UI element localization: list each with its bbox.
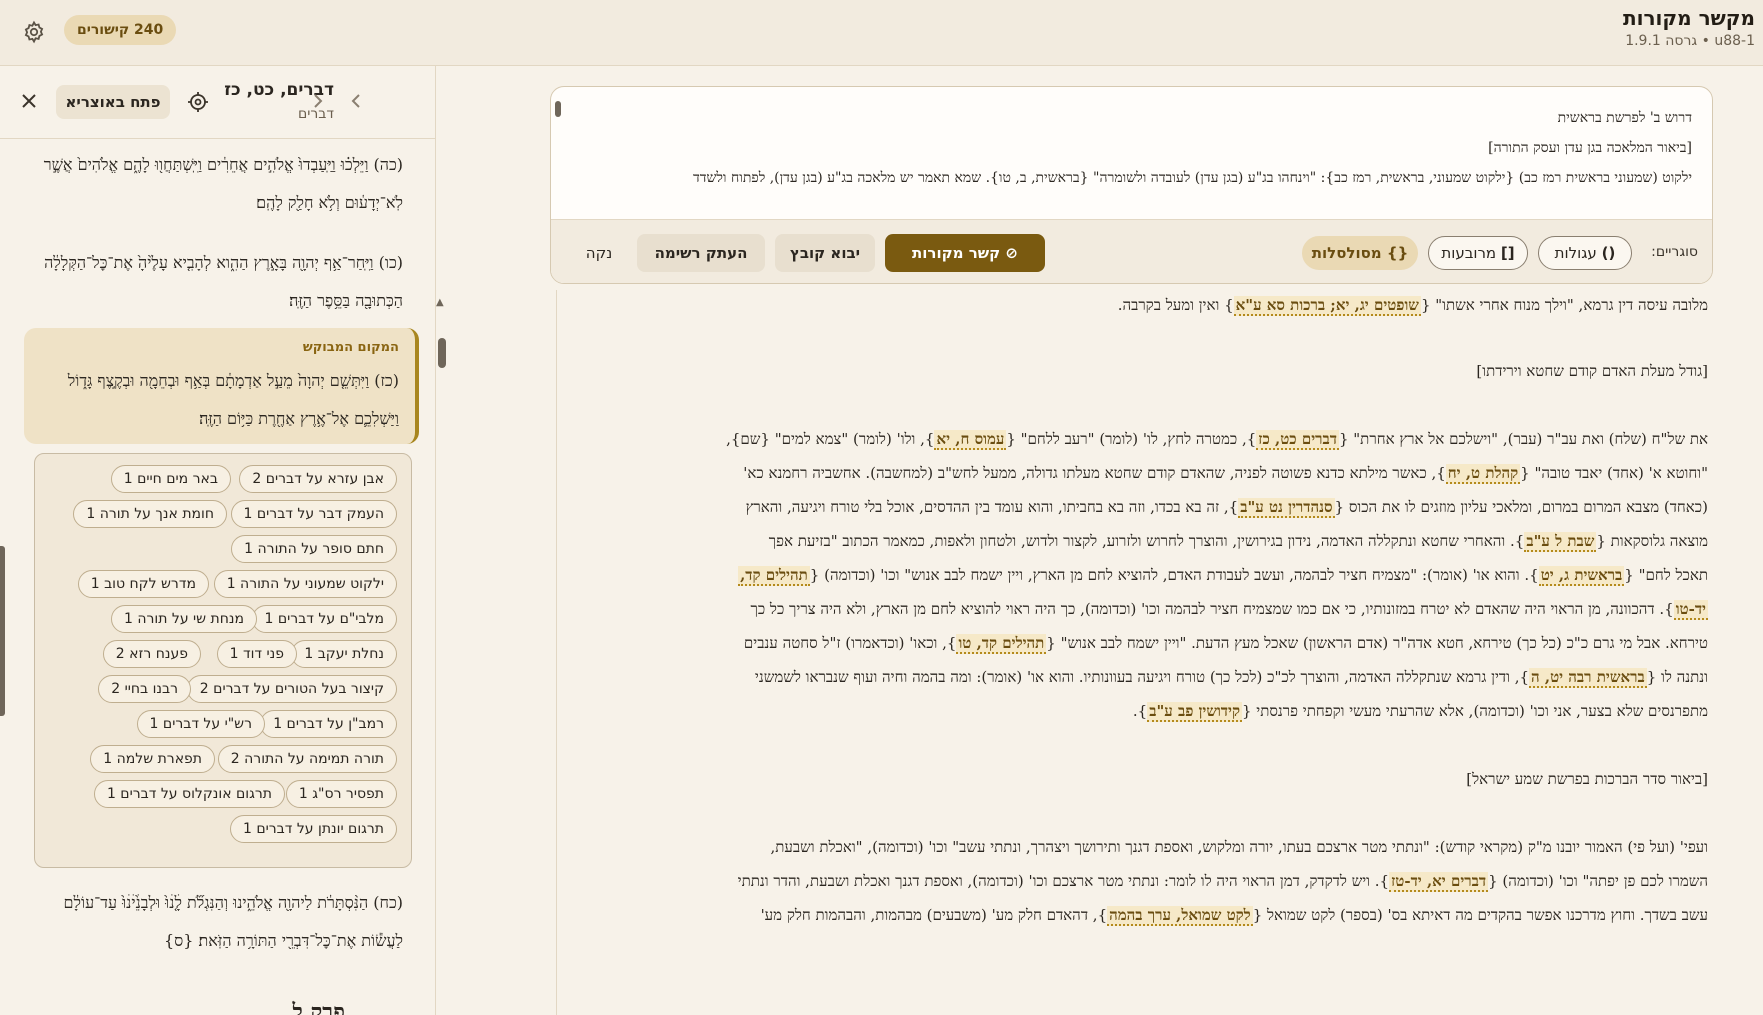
link-chip[interactable]: מלבי"ם על דברים 1 xyxy=(251,605,397,633)
link-chip[interactable]: חתם סופר על התורה 1 xyxy=(231,535,397,563)
source-reference[interactable]: שבת ל ע"ב xyxy=(1524,532,1597,552)
brackets-label: סוגריים: xyxy=(1651,244,1698,260)
link-chip[interactable]: מדרש לקח טוב 1 xyxy=(77,570,209,598)
link-chip[interactable]: ילקוט שמעוני על התורה 1 xyxy=(213,570,397,598)
source-reference[interactable]: תהילים קד, טו xyxy=(956,634,1047,654)
source-reference[interactable]: דברים יא, יד-טז xyxy=(1389,872,1489,892)
locate-target-icon[interactable] xyxy=(186,90,210,114)
link-chip[interactable]: באר מים חיים 1 xyxy=(110,465,231,493)
source-reference[interactable]: לקט שמואל, ערך בהמה xyxy=(1107,906,1253,926)
chevron-right-icon[interactable] xyxy=(348,92,364,110)
link-chip[interactable]: העמק דבר על דברים 1 xyxy=(230,500,397,528)
source-reference[interactable]: שופטים יג, יא; ברכות סא ע"א xyxy=(1233,296,1421,316)
commentary-links-box: אבן עזרא על דברים 2 באר מים חיים 1 העמק … xyxy=(34,453,412,868)
link-chip[interactable]: תפסיר רס"ג 1 xyxy=(285,780,397,808)
link-chip[interactable]: אבן עזרא על דברים 2 xyxy=(239,465,397,493)
link-chip[interactable]: רש"י על דברים 1 xyxy=(136,710,265,738)
link-chip[interactable]: נחלת יעקב 1 xyxy=(291,640,397,668)
sidebar-scrollbar[interactable] xyxy=(0,546,5,716)
link-chip[interactable]: רבנו בחיי 2 xyxy=(98,675,191,703)
sidebar-header: פתח באוצריא דברים, כט, כז דברים xyxy=(0,66,435,136)
paragraph: ועפי' (ועל פי) האמור יובנו מ"ק (מקראי קו… xyxy=(737,838,1708,926)
link-sources-button[interactable]: ⊘ קשר מקורות xyxy=(885,234,1045,272)
curly-brackets-button[interactable]: {} מסולסלות xyxy=(1302,236,1418,270)
chevron-left-icon[interactable] xyxy=(310,92,326,110)
main-panel: דרוש ב' לפרשת בראשית [ביאור המלאכה בגן ע… xyxy=(448,66,1763,1015)
sought-label: המקום המבוקש xyxy=(302,340,399,355)
link-chip[interactable]: תורה תמימה על התורה 2 xyxy=(217,745,397,773)
source-reference[interactable]: קידושין פב ע"ב xyxy=(1147,702,1242,722)
paragraph: את של"ח (שלח) ואת עב"ר (עבר), "וישלכם אל… xyxy=(726,430,1708,722)
source-reference[interactable]: בראשית רבה יט, ה xyxy=(1529,668,1647,688)
editor-line: דרוש ב' לפרשת בראשית xyxy=(1557,110,1692,126)
divider xyxy=(0,138,435,139)
open-in-otzaria-button[interactable]: פתח באוצריא xyxy=(56,85,170,119)
link-chip[interactable]: מנחת שי על תורה 1 xyxy=(110,605,257,633)
verse-25: (כה) וַיֵּלְכ֗וּ וַיַּֽעַבְדוּ֙ אֱלֹהִ֣י… xyxy=(43,155,403,212)
square-brackets-button[interactable]: [] מרובעות xyxy=(1428,236,1528,270)
round-brackets-button[interactable]: () עגולות xyxy=(1538,236,1632,270)
links-count-badge: 240 קישורים xyxy=(64,15,177,45)
source-reference[interactable]: דברים כט, כז xyxy=(1256,430,1339,450)
clear-button[interactable]: נקה xyxy=(569,234,629,272)
link-icon: ⊘ xyxy=(1005,244,1018,262)
link-chip[interactable]: רמב"ן על דברים 1 xyxy=(260,710,397,738)
paragraph: מלובה עיסה דין גרמא, "וילך מנוח אחרי אשת… xyxy=(1117,296,1708,316)
link-chip[interactable]: פענח רזא 2 xyxy=(102,640,201,668)
editor-scrollbar[interactable] xyxy=(555,101,561,117)
link-chip[interactable]: תפארת שלמה 1 xyxy=(90,745,215,773)
sought-verse-text: (כז) וַיִּתְּשֵׁ֤ם יְהוָה֙ מֵעַ֣ל אַדְמָ… xyxy=(67,371,399,428)
sought-verse-box: המקום המבוקש (כז) וַיִּתְּשֵׁ֤ם יְהוָה֙ … xyxy=(24,328,419,444)
top-bar: 240 קישורים מקשר מקורות u88-1 • גרסה 1.9… xyxy=(0,0,1763,66)
text-editor[interactable]: דרוש ב' לפרשת בראשית [ביאור המלאכה בגן ע… xyxy=(550,86,1713,284)
next-chapter-heading: פרק ל xyxy=(292,999,346,1015)
link-chip[interactable]: תרגום יונתן על דברים 1 xyxy=(229,815,397,843)
source-reference[interactable]: תהילים קד, xyxy=(738,566,810,586)
verse-28: (כח) הַנִּ֨סְתָּרֹ֔ת לַיהוָ֖ה אֱלֹהֵ֑ינו… xyxy=(63,893,404,950)
section-heading: [גודל מעלת האדם קודם שחטא וירידתו] xyxy=(1476,362,1708,380)
link-chip[interactable]: תרגום אונקלוס על דברים 1 xyxy=(93,780,285,808)
linked-text-content: מלובה עיסה דין גרמא, "וילך מנוח אחרי אשת… xyxy=(558,288,1708,1015)
import-file-button[interactable]: יבוא קובץ xyxy=(775,234,875,272)
sidebar-scroll-thumb[interactable] xyxy=(438,338,446,368)
source-reference[interactable]: קהלת ט, יח xyxy=(1445,464,1521,484)
link-chip[interactable]: קיצור בעל הטורים על דברים 2 xyxy=(186,675,397,703)
editor-toolbar: סוגריים: () עגולות [] מרובעות {} מסולסלו… xyxy=(551,219,1712,283)
link-chip[interactable]: פני דוד 1 xyxy=(216,640,297,668)
source-reference[interactable]: בראשית ג, יט xyxy=(1538,566,1625,586)
editor-line: [ביאור המלאכה בגן עדן ועסק התורה] xyxy=(1488,140,1692,156)
editor-text[interactable]: דרוש ב' לפרשת בראשית [ביאור המלאכה בגן ע… xyxy=(592,103,1692,193)
close-icon[interactable] xyxy=(18,90,40,112)
source-reference[interactable]: סנהדרין נט ע"ב xyxy=(1238,498,1335,518)
content-border xyxy=(556,290,557,1015)
app-title: מקשר מקורות xyxy=(1622,6,1755,30)
editor-line: ילקוט (שמעוני בראשית רמז כב) {ילקוט שמעו… xyxy=(693,170,1692,186)
source-sidebar: פתח באוצריא דברים, כט, כז דברים (כה) וַי… xyxy=(0,66,436,1015)
source-reference[interactable]: יד-טו xyxy=(1673,600,1708,620)
section-heading: [ביאור סדר הברכות בפרשת שמע ישראל] xyxy=(1466,770,1708,788)
link-chip[interactable]: חומת אנך על תורה 1 xyxy=(73,500,227,528)
app-version: u88-1 • גרסה 1.9.1 xyxy=(1625,33,1755,49)
verse-26: (כו) וַיִּֽחַר־אַ֥ף יְהוָ֖ה בָּאָ֣רֶץ הַ… xyxy=(44,253,403,310)
scroll-up-arrow-icon[interactable]: ▲ xyxy=(436,297,444,308)
copy-list-button[interactable]: העתק רשימה xyxy=(637,234,765,272)
settings-gear-icon[interactable] xyxy=(20,18,48,46)
source-reference[interactable]: עמוס ח, יא xyxy=(934,430,1007,450)
